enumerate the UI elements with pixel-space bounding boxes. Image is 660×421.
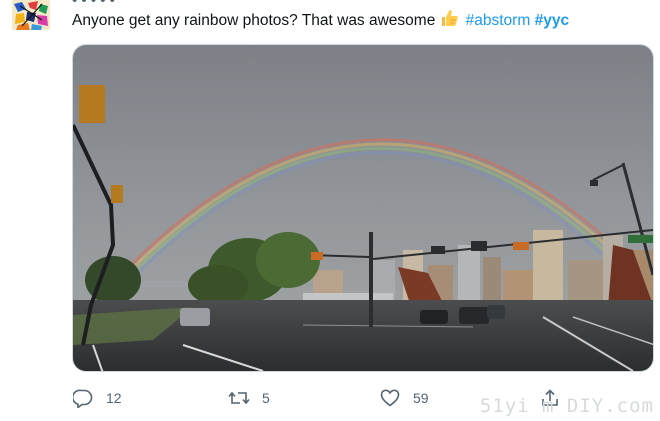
hashtag-link[interactable]: #yyc: [535, 12, 569, 29]
retweet-action[interactable]: 5: [228, 385, 270, 411]
rainbow-city-photo: [73, 45, 653, 371]
tweet-actions: 12 5 59: [72, 385, 632, 411]
like-count: 59: [413, 390, 429, 406]
tweet-photo[interactable]: [72, 44, 654, 372]
hashtag-link[interactable]: #abstorm: [466, 12, 531, 29]
reply-action[interactable]: 12: [72, 385, 122, 411]
tweet-header-partial: • • • • •: [72, 0, 115, 4]
avatar-image: [12, 0, 50, 30]
avatar[interactable]: [12, 0, 50, 30]
retweet-count: 5: [262, 390, 270, 406]
thumbs-up-icon: [439, 8, 459, 34]
tweet-text: Anyone get any rainbow photos? That was …: [72, 8, 569, 34]
reply-count: 12: [106, 390, 122, 406]
share-icon: [539, 387, 561, 409]
retweet-icon: [228, 387, 250, 409]
like-action[interactable]: 59: [379, 385, 429, 411]
reply-icon: [72, 387, 94, 409]
heart-icon: [379, 387, 401, 409]
tweet[interactable]: • • • • • Anyone get any rainbow photos?…: [0, 0, 660, 421]
share-action[interactable]: [539, 385, 561, 411]
tweet-text-body: Anyone get any rainbow photos? That was …: [72, 12, 436, 29]
